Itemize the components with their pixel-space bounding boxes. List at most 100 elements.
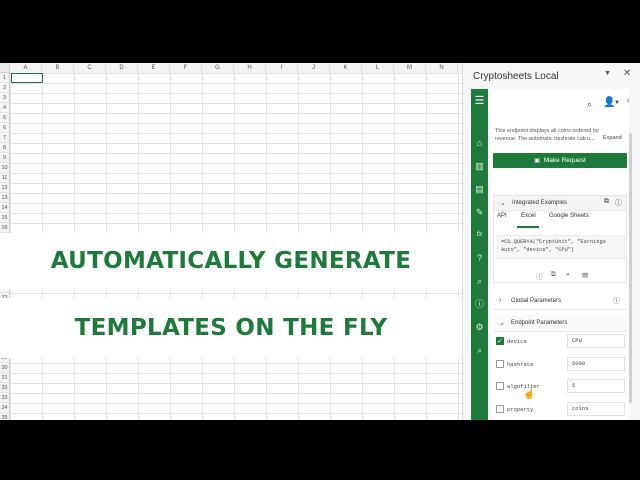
tab-excel[interactable]: Excel xyxy=(521,213,536,219)
make-request-button[interactable]: ▣ Make Request xyxy=(493,153,627,168)
selected-cell[interactable] xyxy=(11,73,43,83)
function-icon[interactable]: fx xyxy=(471,229,488,241)
task-pane-titlebar: Cryptosheets Local ▼ ✕ xyxy=(463,63,640,89)
task-pane-content: ⌕ 👤 ▼ This endpoint displays all coins o… xyxy=(491,89,629,420)
param-row-device: ✓ device CPU xyxy=(493,333,627,351)
formula-example[interactable]: =CS.QUERYA("CryptUnit", "Earnings Auto",… xyxy=(497,235,625,259)
param-checkbox[interactable]: ✓ xyxy=(496,337,504,345)
book-icon[interactable]: ▤ xyxy=(471,183,488,195)
column-header-a[interactable]: A xyxy=(10,63,42,73)
tab-api[interactable]: API xyxy=(497,213,507,219)
param-checkbox[interactable] xyxy=(496,382,504,390)
chevron-right-icon: › xyxy=(499,297,502,304)
column-header-i[interactable]: I xyxy=(266,63,298,73)
column-header-b[interactable]: B xyxy=(42,63,74,73)
row-header-9[interactable]: 9 xyxy=(0,153,9,163)
row-header-35[interactable]: 35 xyxy=(0,413,9,420)
home-icon[interactable]: ⌂ xyxy=(471,137,488,149)
chevron-down-icon: ⌄ xyxy=(499,320,505,327)
param-checkbox[interactable] xyxy=(496,405,504,413)
search-alt-icon[interactable]: ⌕ xyxy=(471,344,488,356)
column-header-g[interactable]: G xyxy=(202,63,234,73)
column-header-l[interactable]: L xyxy=(362,63,394,73)
navigation-strip: ☰ ⌂ ▥ ▤ ✎ fx ? ⌕ ⓘ ⚙ ⌕ xyxy=(471,89,488,420)
column-header-n[interactable]: N xyxy=(426,63,458,73)
row-header-3[interactable]: 3 xyxy=(0,93,9,103)
column-header-j[interactable]: J xyxy=(298,63,330,73)
row-header-1[interactable]: 1 xyxy=(0,73,9,83)
global-parameters-section[interactable]: › Global Parameters ⓘ xyxy=(493,293,627,310)
row-header-32[interactable]: 32 xyxy=(0,383,9,393)
endpoint-description: This endpoint displays all coins ordered… xyxy=(495,128,599,142)
param-row-algofilter: algofilter 5 xyxy=(493,378,627,396)
settings-icon[interactable]: ⚙ xyxy=(471,321,488,333)
expand-link[interactable]: Expand xyxy=(603,135,622,141)
row-header-34[interactable]: 34 xyxy=(0,403,9,413)
row-header-2[interactable]: 2 xyxy=(0,83,9,93)
row-header-7[interactable]: 7 xyxy=(0,133,9,143)
app-frame: ABCDEFGHIJKLMN 1234567891011121314151617… xyxy=(0,63,640,420)
pointer-cursor-icon: ☝ xyxy=(523,389,536,400)
param-value-input[interactable]: CPU xyxy=(567,334,625,348)
column-header-d[interactable]: D xyxy=(106,63,138,73)
forward-icon[interactable]: » xyxy=(566,271,570,278)
column-header-c[interactable]: C xyxy=(74,63,106,73)
help-icon[interactable]: ? xyxy=(471,252,488,264)
banner-line-1: AUTOMATICALLY GENERATE xyxy=(0,233,462,290)
row-header-33[interactable]: 33 xyxy=(0,393,9,403)
global-parameters-label: Global Parameters xyxy=(511,298,562,304)
row-header-8[interactable]: 8 xyxy=(0,143,9,153)
search-icon[interactable]: ⌕ xyxy=(471,275,488,287)
info-icon[interactable]: ⓘ xyxy=(615,198,622,208)
task-pane: Cryptosheets Local ▼ ✕ ☰ ⌂ ▥ ▤ ✎ fx ? ⌕ … xyxy=(462,63,640,420)
task-pane-scrollbar[interactable] xyxy=(629,133,632,403)
row-header-6[interactable]: 6 xyxy=(0,123,9,133)
column-header-h[interactable]: H xyxy=(234,63,266,73)
banner-line-2: TEMPLATES ON THE FLY xyxy=(0,298,462,358)
chevron-down-icon[interactable]: ⌄ xyxy=(500,199,506,207)
column-header-k[interactable]: K xyxy=(330,63,362,73)
row-header-13[interactable]: 13 xyxy=(0,193,9,203)
row-header-16[interactable]: 16 xyxy=(0,223,9,233)
task-pane-title: Cryptosheets Local xyxy=(473,71,559,82)
row-header-14[interactable]: 14 xyxy=(0,203,9,213)
row-header-4[interactable]: 4 xyxy=(0,103,9,113)
param-checkbox[interactable] xyxy=(496,360,504,368)
row-header-5[interactable]: 5 xyxy=(0,113,9,123)
column-header-m[interactable]: M xyxy=(394,63,426,73)
caret-down-icon[interactable]: ▼ xyxy=(604,70,611,77)
chevron-left-icon[interactable]: ‹ xyxy=(627,96,630,105)
chevron-down-icon[interactable]: ▼ xyxy=(614,100,620,106)
edit-icon[interactable]: ✎ xyxy=(471,206,488,218)
close-icon[interactable]: ✕ xyxy=(623,68,631,79)
param-value-input[interactable]: 5 xyxy=(567,379,625,393)
row-header-10[interactable]: 10 xyxy=(0,163,9,173)
copy-icon[interactable]: ⧉ xyxy=(551,271,556,279)
chart-icon[interactable]: ▥ xyxy=(471,160,488,172)
column-header-f[interactable]: F xyxy=(170,63,202,73)
copy-icon[interactable]: ⧉ xyxy=(604,198,609,206)
select-all-corner[interactable] xyxy=(0,63,10,73)
param-value-input[interactable]: coins xyxy=(567,402,625,416)
integrated-examples-card: ⌄ Integrated Examples ⧉ ⓘ API Excel Goog… xyxy=(493,195,627,283)
column-header-e[interactable]: E xyxy=(138,63,170,73)
search-icon[interactable]: ⌕ xyxy=(587,99,592,110)
request-icon: ▣ xyxy=(534,158,540,164)
row-header-11[interactable]: 11 xyxy=(0,173,9,183)
menu-icon[interactable]: ☰ xyxy=(471,89,488,114)
row-header-15[interactable]: 15 xyxy=(0,213,9,223)
row-header-30[interactable]: 30 xyxy=(0,363,9,373)
info-icon[interactable]: ⓘ xyxy=(536,271,543,281)
param-name: hashrate xyxy=(507,361,534,368)
endpoint-parameters-section[interactable]: ⌄ Endpoint Parameters xyxy=(493,315,627,332)
make-request-label: Make Request xyxy=(543,157,586,164)
info-icon[interactable]: ⓘ xyxy=(613,296,620,306)
tab-google-sheets[interactable]: Google Sheets xyxy=(549,213,589,219)
row-header-12[interactable]: 12 xyxy=(0,183,9,193)
info-icon[interactable]: ⓘ xyxy=(471,298,488,310)
integrated-examples-header[interactable]: ⌄ Integrated Examples ⧉ ⓘ xyxy=(494,196,626,211)
param-value-input[interactable]: 5000 xyxy=(567,357,625,371)
row-header-31[interactable]: 31 xyxy=(0,373,9,383)
param-row-property: property coins xyxy=(493,401,627,419)
document-icon[interactable]: ▤ xyxy=(582,271,588,279)
